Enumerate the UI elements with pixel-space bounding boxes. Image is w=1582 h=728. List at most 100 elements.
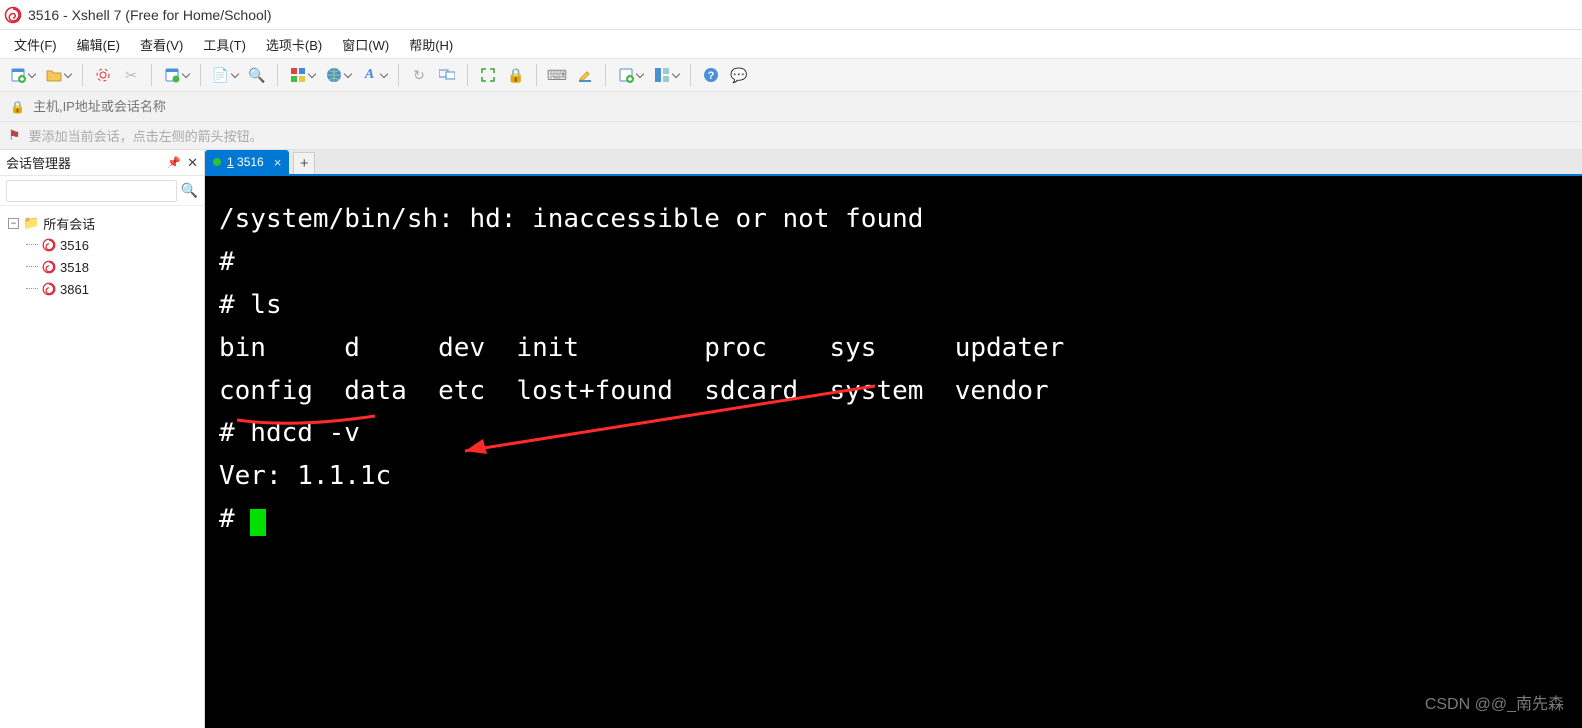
toolbar-separator xyxy=(467,64,468,86)
main-area: 会话管理器 📌 ✕ 🔍 − 📁 所有会话 3516 3518 xyxy=(0,150,1582,728)
session-icon xyxy=(42,238,56,252)
properties-button[interactable] xyxy=(160,63,192,87)
pin-button[interactable]: 📌 xyxy=(167,156,181,169)
lock-icon: 🔒 xyxy=(508,67,524,83)
tree-root[interactable]: − 📁 所有会话 xyxy=(4,212,200,234)
address-bar: 🔒 xyxy=(0,92,1582,122)
chat-button[interactable]: 💬 xyxy=(727,63,751,87)
bookmark-flag-icon[interactable]: ⚑ xyxy=(8,127,21,144)
copy-icon: 📄 xyxy=(213,67,229,83)
reconnect-icon xyxy=(95,67,111,83)
annotation-overlay xyxy=(205,176,1582,728)
open-button[interactable] xyxy=(42,63,74,87)
layout-icon xyxy=(654,67,670,83)
svg-text:?: ? xyxy=(708,70,715,82)
help-button[interactable]: ? xyxy=(699,63,723,87)
hint-bar: ⚑ 要添加当前会话，点击左侧的箭头按钮。 xyxy=(0,122,1582,150)
close-panel-button[interactable]: ✕ xyxy=(187,155,198,171)
layout-button[interactable] xyxy=(650,63,682,87)
find-button[interactable]: 🔍 xyxy=(245,63,269,87)
disconnect-icon: ✂ xyxy=(123,67,139,83)
toolbar-separator xyxy=(200,64,201,86)
terminal-line: # xyxy=(219,504,250,534)
terminal-line: config data etc lost+found sdcard system… xyxy=(219,376,1049,406)
terminal-cursor xyxy=(250,509,266,536)
reconnect-button[interactable] xyxy=(91,63,115,87)
session-icon xyxy=(42,282,56,296)
menu-tools[interactable]: 工具(T) xyxy=(197,33,252,56)
terminal-line: # hdcd -v xyxy=(219,418,360,448)
window-title: 3516 - Xshell 7 (Free for Home/School) xyxy=(28,7,272,23)
palette-icon xyxy=(290,67,306,83)
globe-icon xyxy=(326,67,342,83)
colorscheme-button[interactable] xyxy=(286,63,318,87)
toolbar-separator xyxy=(605,64,606,86)
sidebar-header: 会话管理器 📌 ✕ xyxy=(0,150,204,176)
session-manager-panel: 会话管理器 📌 ✕ 🔍 − 📁 所有会话 3516 3518 xyxy=(0,150,205,728)
dual-monitor-button[interactable] xyxy=(435,63,459,87)
toolbar-separator xyxy=(690,64,691,86)
tab-label: 1 3516 xyxy=(227,155,264,169)
menu-edit[interactable]: 编辑(E) xyxy=(71,33,126,56)
help-icon: ? xyxy=(703,67,719,83)
disconnect-button[interactable]: ✂ xyxy=(119,63,143,87)
menubar: 文件(F) 编辑(E) 查看(V) 工具(T) 选项卡(B) 窗口(W) 帮助(… xyxy=(0,30,1582,58)
session-item-3518[interactable]: 3518 xyxy=(4,256,200,278)
menu-file[interactable]: 文件(F) xyxy=(8,33,63,56)
sidebar-search-input[interactable] xyxy=(6,180,177,202)
sidebar-title: 会话管理器 xyxy=(6,153,71,172)
terminal-line: bin d dev init proc sys updater xyxy=(219,333,1064,363)
session-icon xyxy=(42,260,56,274)
content-area: 1 3516 × + /system/bin/sh: hd: inaccessi… xyxy=(205,150,1582,728)
toolbar: ✂ 📄 🔍 A ↻ 🔒 ⌨ ? 💬 xyxy=(0,58,1582,92)
collapse-icon[interactable]: − xyxy=(8,218,19,229)
highlight-button[interactable] xyxy=(573,63,597,87)
session-label: 3861 xyxy=(60,282,89,297)
refresh-icon: ↻ xyxy=(411,67,427,83)
addon-button[interactable] xyxy=(614,63,646,87)
sidebar-search: 🔍 xyxy=(0,176,204,206)
toolbar-separator xyxy=(398,64,399,86)
session-tree: − 📁 所有会话 3516 3518 3861 xyxy=(0,206,204,304)
copy-button[interactable]: 📄 xyxy=(209,63,241,87)
tab-status-dot xyxy=(213,158,221,166)
toolbar-separator xyxy=(536,64,537,86)
session-label: 3516 xyxy=(60,238,89,253)
menu-help[interactable]: 帮助(H) xyxy=(403,33,459,56)
chat-icon: 💬 xyxy=(731,67,747,83)
tab-close-button[interactable]: × xyxy=(274,155,282,170)
fullscreen-button[interactable] xyxy=(476,63,500,87)
terminal[interactable]: /system/bin/sh: hd: inaccessible or not … xyxy=(205,176,1582,728)
new-session-button[interactable] xyxy=(6,63,38,87)
menu-tabs[interactable]: 选项卡(B) xyxy=(260,33,328,56)
highlight-icon xyxy=(577,67,593,83)
keyboard-button[interactable]: ⌨ xyxy=(545,63,569,87)
folder-icon: 📁 xyxy=(23,215,39,231)
terminal-line: # ls xyxy=(219,290,282,320)
folder-open-icon xyxy=(46,67,62,83)
dual-monitor-icon xyxy=(439,67,455,83)
font-icon: A xyxy=(362,67,378,83)
address-input[interactable] xyxy=(33,99,1572,114)
lock-button[interactable]: 🔒 xyxy=(504,63,528,87)
search-icon[interactable]: 🔍 xyxy=(181,182,198,199)
app-icon xyxy=(4,6,22,24)
session-item-3516[interactable]: 3516 xyxy=(4,234,200,256)
terminal-line: Ver: 1.1.1c xyxy=(219,461,391,491)
toolbar-separator xyxy=(151,64,152,86)
terminal-line: /system/bin/sh: hd: inaccessible or not … xyxy=(219,204,923,234)
script-button[interactable]: ↻ xyxy=(407,63,431,87)
keyboard-icon: ⌨ xyxy=(549,67,565,83)
globe-button[interactable] xyxy=(322,63,354,87)
menu-view[interactable]: 查看(V) xyxy=(134,33,189,56)
tab-strip: 1 3516 × + xyxy=(205,150,1582,176)
titlebar: 3516 - Xshell 7 (Free for Home/School) xyxy=(0,0,1582,30)
new-tab-button[interactable]: + xyxy=(293,152,315,174)
font-button[interactable]: A xyxy=(358,63,390,87)
tab-session-3516[interactable]: 1 3516 × xyxy=(205,150,289,174)
fullscreen-icon xyxy=(480,67,496,83)
session-item-3861[interactable]: 3861 xyxy=(4,278,200,300)
watermark: CSDN @@_南先森 xyxy=(1425,692,1564,718)
menu-window[interactable]: 窗口(W) xyxy=(336,33,395,56)
new-session-icon xyxy=(10,67,26,83)
